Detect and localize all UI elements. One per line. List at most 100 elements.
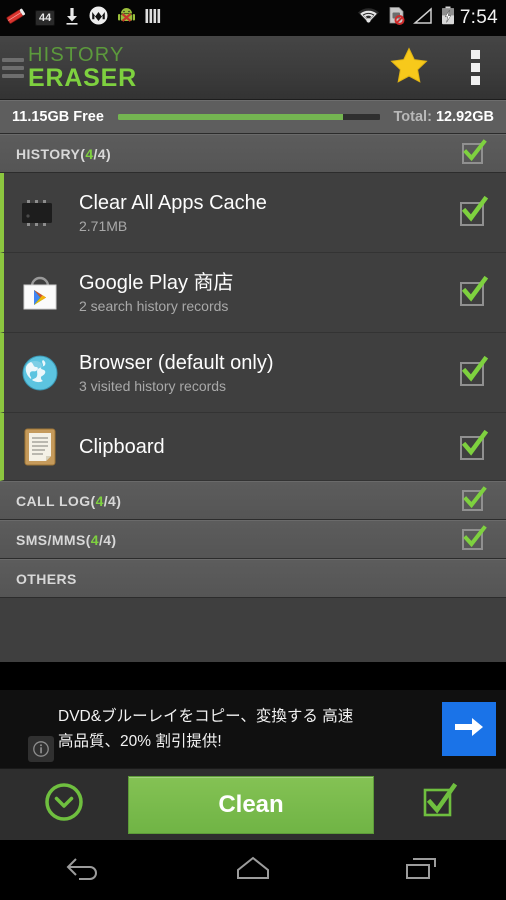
app-name-line2: ERASER [28, 63, 137, 92]
chevron-down-circle-icon [43, 781, 85, 828]
group-title-history: HISTORY(4/4) [16, 145, 112, 162]
overflow-dot-2 [470, 63, 480, 72]
list-item-text: Clipboard [79, 435, 458, 459]
nav-home-button[interactable] [169, 853, 338, 888]
group-checkbox-history[interactable] [460, 138, 488, 168]
check-icon [458, 355, 490, 387]
clipboard-icon [18, 425, 62, 469]
eraser-icon [6, 7, 26, 30]
list-item-checkbox[interactable] [458, 275, 490, 308]
app-root: 44 7:54 HISTORY ERASER 11.15GB Free Tota… [0, 0, 506, 900]
status-bar-clock: 7:54 [459, 7, 498, 28]
list-item-title: Google Play 商店 [79, 271, 234, 294]
status-bar-right-icons [357, 6, 455, 30]
check-icon [460, 138, 488, 166]
system-navigation-bar [0, 840, 506, 900]
action-bar: HISTORY ERASER [0, 36, 506, 100]
select-all-checkbox-icon [421, 782, 459, 826]
signal-icon [412, 6, 433, 30]
bars-icon [145, 7, 162, 30]
group-header-call-log[interactable]: CALL LOG(4/4) [0, 481, 506, 520]
category-list: HISTORY(4/4) Clear All Apps Cache 2.71MB… [0, 134, 506, 662]
list-item-subtitle: 2.71MB [79, 217, 128, 234]
app-name-line1: HISTORY [28, 43, 125, 66]
list-item-checkbox[interactable] [458, 429, 490, 462]
ad-banner[interactable]: DVD&ブルーレイをコピー、変換する 高速 高品質、20% 割引提供! [0, 690, 506, 768]
overflow-menu-button[interactable] [444, 36, 506, 100]
check-icon [458, 429, 490, 461]
storage-total-label: Total: [393, 108, 432, 125]
list-item-checkbox[interactable] [458, 355, 490, 388]
storage-progress-bar [117, 113, 380, 120]
group-title-others: OTHERS [16, 570, 77, 587]
ad-info-icon[interactable] [28, 736, 54, 762]
clean-button[interactable]: Clean [128, 775, 374, 834]
check-icon [458, 275, 490, 307]
microchip-icon [18, 191, 62, 235]
check-icon [460, 524, 488, 552]
group-header-sms-mms[interactable]: SMS/MMS(4/4) [0, 520, 506, 559]
list-item-text: Clear All Apps Cache 2.71MB [79, 191, 458, 235]
check-icon [458, 195, 490, 227]
storage-bar: 11.15GB Free Total: 12.92GB [0, 100, 506, 134]
check-icon [460, 485, 488, 513]
list-item-checkbox[interactable] [458, 195, 490, 228]
list-item[interactable]: Clipboard [0, 413, 506, 481]
list-item-title: Clear All Apps Cache [79, 191, 267, 214]
list-item-title: Browser (default only) [79, 351, 274, 374]
list-item[interactable]: Clear All Apps Cache 2.71MB [0, 173, 506, 253]
storage-progress-fill [117, 113, 343, 120]
group-title-sms-mms: SMS/MMS(4/4) [16, 531, 117, 548]
globe-browser-icon [18, 351, 62, 395]
list-empty-area [0, 598, 506, 644]
motorola-logo-icon [89, 6, 108, 30]
group-title-call-log: CALL LOG(4/4) [16, 492, 122, 509]
battery-charging-icon [441, 6, 455, 30]
overflow-dot-1 [470, 50, 480, 59]
menu-bar-3 [2, 73, 24, 78]
ad-cta-button[interactable] [442, 702, 496, 756]
download-icon [64, 7, 80, 30]
status-bar: 44 7:54 [0, 0, 506, 36]
back-icon [62, 853, 106, 888]
google-play-store-icon [18, 271, 62, 315]
app-logo: HISTORY ERASER [28, 45, 137, 91]
star-button[interactable] [374, 36, 444, 100]
group-header-history[interactable]: HISTORY(4/4) [0, 134, 506, 173]
group-checkbox-sms-mms[interactable] [460, 524, 488, 554]
action-bar-actions [374, 36, 506, 100]
sim-card-blocked-icon [388, 6, 405, 30]
list-item[interactable]: Google Play 商店 2 search history records [0, 253, 506, 333]
ad-text: DVD&ブルーレイをコピー、変換する 高速 高品質、20% 割引提供! [58, 704, 442, 754]
nav-recents-button[interactable] [337, 853, 506, 888]
wifi-icon [357, 7, 380, 30]
menu-bar-2 [2, 65, 24, 70]
storage-free-label: 11.15GB Free [12, 108, 104, 125]
list-item-subtitle: 3 visited history records [79, 377, 227, 394]
storage-total: Total: 12.92GB [394, 109, 494, 125]
recents-icon [399, 853, 445, 888]
list-item[interactable]: Browser (default only) 3 visited history… [0, 333, 506, 413]
list-item-title: Clipboard [79, 435, 165, 458]
list-item-subtitle: 2 search history records [79, 297, 229, 314]
arrow-right-icon [453, 713, 485, 746]
group-checkbox-call-log[interactable] [460, 485, 488, 515]
status-bar-left-icons: 44 [6, 6, 162, 30]
expand-button[interactable] [0, 781, 128, 828]
notification-count-badge: 44 [35, 10, 56, 26]
storage-total-value: 12.92GB [435, 108, 494, 125]
select-all-button[interactable] [374, 782, 506, 826]
star-icon [390, 46, 428, 89]
bottom-action-bar: Clean [0, 768, 506, 840]
android-blocked-icon [117, 6, 136, 30]
ad-text-line1: DVD&ブルーレイをコピー、変換する 高速 [58, 708, 354, 725]
ad-text-line2: 高品質、20% 割引提供! [58, 733, 222, 750]
list-item-text: Browser (default only) 3 visited history… [79, 351, 458, 395]
list-item-text: Google Play 商店 2 search history records [79, 271, 458, 315]
group-header-others[interactable]: OTHERS [0, 559, 506, 598]
overflow-dot-3 [470, 76, 480, 85]
menu-bar-1 [2, 57, 24, 62]
nav-back-button[interactable] [0, 853, 169, 888]
home-icon [229, 853, 277, 888]
menu-icon[interactable] [2, 57, 24, 78]
